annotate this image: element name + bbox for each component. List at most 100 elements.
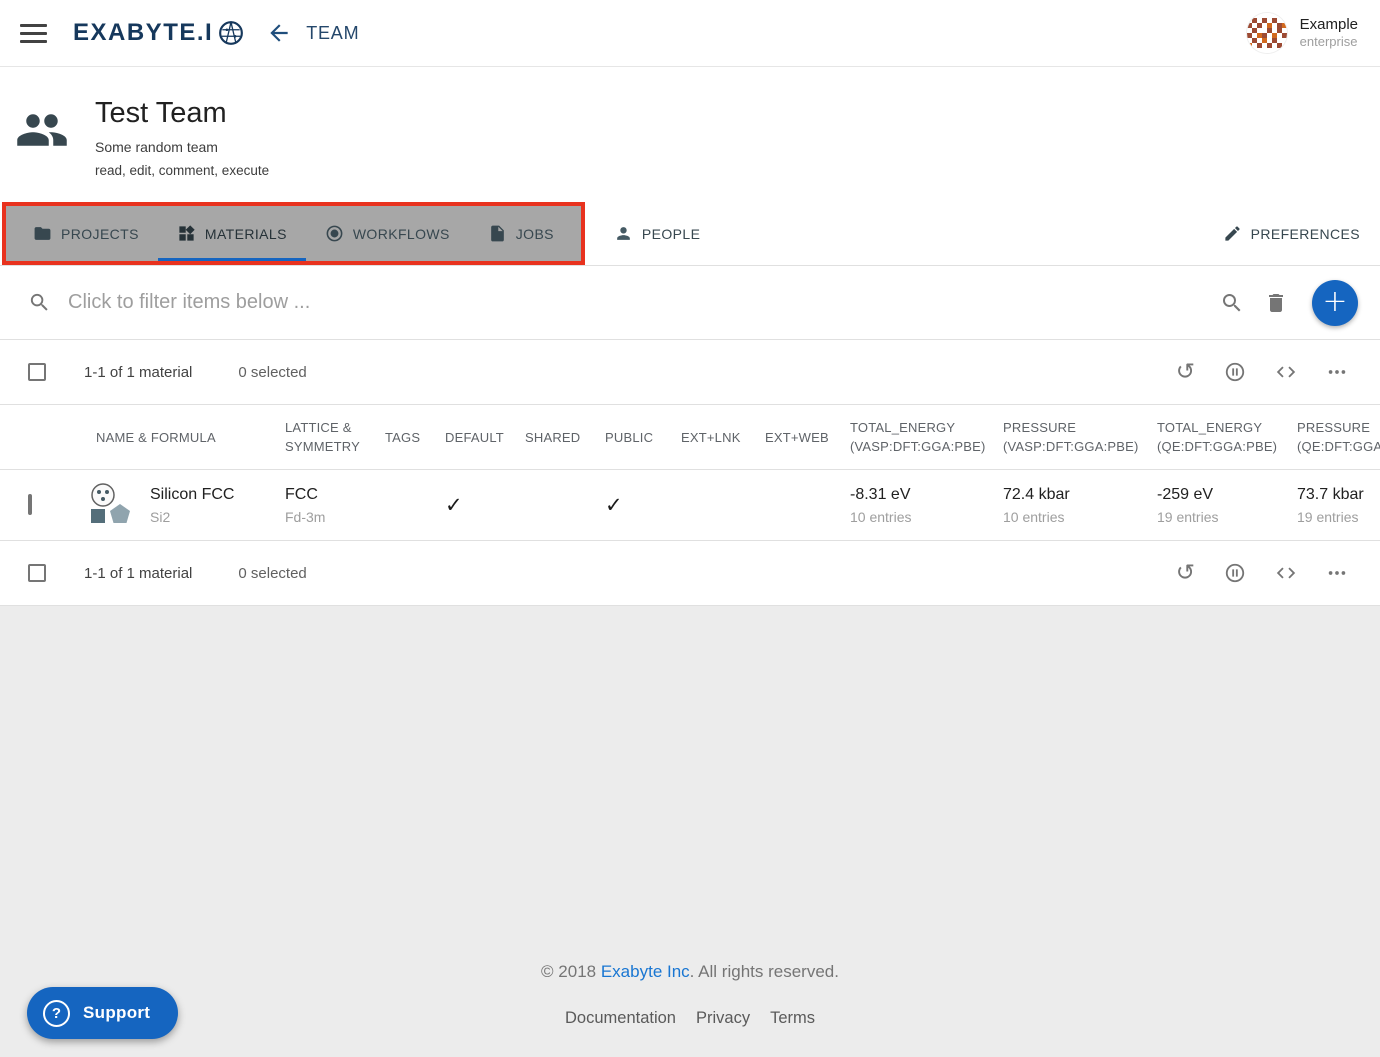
team-title: Test Team <box>95 97 269 130</box>
more-icon <box>1326 562 1348 584</box>
document-icon <box>488 224 507 243</box>
code-icon <box>1275 562 1297 584</box>
table-header: NAME & FORMULA LATTICE &SYMMETRY TAGS DE… <box>0 405 1380 470</box>
add-button[interactable]: + <box>1312 280 1358 326</box>
more-button[interactable] <box>1324 359 1350 385</box>
pause-button[interactable] <box>1222 560 1248 586</box>
cell-total-energy-vasp: -8.31 eV 10 entries <box>850 486 1003 525</box>
metric-value: -8.31 eV <box>850 486 1003 504</box>
annotation-rectangle: PROJECTS MATERIALS WORKFLOWS JOBS <box>2 202 585 265</box>
row-checkbox[interactable] <box>28 494 32 515</box>
metric-value: -259 eV <box>1157 486 1297 504</box>
pencil-icon <box>1223 224 1242 243</box>
person-icon <box>614 224 633 243</box>
tab-jobs[interactable]: JOBS <box>469 206 573 261</box>
documentation-link[interactable]: Documentation <box>565 1009 676 1028</box>
more-button[interactable] <box>1324 560 1350 586</box>
tab-people-label: PEOPLE <box>642 226 700 242</box>
column-header-lattice-symmetry[interactable]: LATTICE &SYMMETRY <box>285 418 385 456</box>
selected-count: 0 selected <box>238 565 306 582</box>
materials-icon <box>177 224 196 243</box>
page-title: TEAM <box>306 23 359 44</box>
logo-text: EXABYTE.I <box>73 19 213 47</box>
tab-people[interactable]: PEOPLE <box>595 202 719 265</box>
terms-link[interactable]: Terms <box>770 1009 815 1028</box>
cell-name-formula: Silicon FCC Si2 <box>70 483 285 527</box>
select-all-checkbox[interactable] <box>28 564 46 582</box>
column-header-pressure-qe[interactable]: PRESSURE(QE:DFT:GGA:PBE) <box>1297 418 1380 456</box>
trash-icon <box>1264 291 1288 315</box>
column-header-name-formula[interactable]: NAME & FORMULA <box>70 428 285 447</box>
column-header-pressure-vasp[interactable]: PRESSURE(VASP:DFT:GGA:PBE) <box>1003 418 1157 456</box>
item-count: 1-1 of 1 material <box>84 565 192 582</box>
tabbar: PROJECTS MATERIALS WORKFLOWS JOBS PEOPLE… <box>0 202 1380 266</box>
privacy-link[interactable]: Privacy <box>696 1009 750 1028</box>
tab-materials-label: MATERIALS <box>205 226 287 242</box>
company-link[interactable]: Exabyte Inc <box>601 962 690 981</box>
cell-lattice-symmetry: FCC Fd-3m <box>285 486 385 525</box>
avatar <box>1247 13 1287 53</box>
tab-workflows-label: WORKFLOWS <box>353 226 450 242</box>
material-formula: Si2 <box>150 509 234 525</box>
check-icon: ✓ <box>605 493 623 517</box>
column-header-public[interactable]: PUBLIC <box>605 428 681 447</box>
tab-materials[interactable]: MATERIALS <box>158 206 306 261</box>
column-header-ext-lnk[interactable]: EXT+LNK <box>681 428 765 447</box>
toolbar-actions: ↺ <box>1174 359 1350 386</box>
column-header-default[interactable]: DEFAULT <box>445 428 525 447</box>
copyright: © 2018 Exabyte Inc. All rights reserved. <box>0 606 1380 982</box>
preferences-label: PREFERENCES <box>1251 226 1360 242</box>
column-header-total-energy-vasp[interactable]: TOTAL_ENERGY(VASP:DFT:GGA:PBE) <box>850 418 1003 456</box>
delete-button[interactable] <box>1262 289 1290 317</box>
tab-workflows[interactable]: WORKFLOWS <box>306 206 469 261</box>
pause-button[interactable] <box>1222 359 1248 385</box>
support-button[interactable]: ? Support <box>27 987 178 1039</box>
toolbar-actions: ↺ <box>1174 560 1350 587</box>
plus-icon: + <box>1322 287 1347 317</box>
refresh-button[interactable]: ↺ <box>1174 560 1197 587</box>
list-toolbar-bottom: 1-1 of 1 material 0 selected ↺ <box>0 541 1380 606</box>
search-icon <box>1220 291 1244 315</box>
preferences-button[interactable]: PREFERENCES <box>1204 202 1380 265</box>
logo-globe-icon <box>218 20 244 46</box>
back-arrow-icon[interactable] <box>266 20 292 46</box>
support-label: Support <box>83 1003 150 1023</box>
workflows-icon <box>325 224 344 243</box>
pause-circle-icon <box>1224 361 1246 383</box>
cell-public: ✓ <box>605 493 681 517</box>
metric-entries: 19 entries <box>1297 509 1380 525</box>
metric-entries: 10 entries <box>850 509 1003 525</box>
table-row[interactable]: Silicon FCC Si2 FCC Fd-3m ✓ ✓ -8.31 eV 1… <box>0 470 1380 541</box>
refresh-button[interactable]: ↺ <box>1174 359 1197 386</box>
column-header-tags[interactable]: TAGS <box>385 428 445 447</box>
account-menu[interactable]: Example enterprise <box>1247 13 1358 53</box>
metric-value: 73.7 kbar <box>1297 486 1380 504</box>
material-thumbnail-icon <box>87 483 135 527</box>
metric-entries: 19 entries <box>1157 509 1297 525</box>
page: EXABYTE.I TEAM <box>0 0 1380 1057</box>
search-button[interactable] <box>1218 289 1246 317</box>
copyright-suffix: . All rights reserved. <box>690 962 839 981</box>
menu-icon[interactable] <box>20 24 47 43</box>
item-count: 1-1 of 1 material <box>84 364 192 381</box>
column-header-ext-web[interactable]: EXT+WEB <box>765 428 850 447</box>
code-button[interactable] <box>1273 359 1299 385</box>
undo-icon: ↺ <box>1176 361 1195 384</box>
tab-projects-label: PROJECTS <box>61 226 139 242</box>
select-all-checkbox[interactable] <box>28 363 46 381</box>
filter-actions: + <box>1218 280 1358 326</box>
cell-default: ✓ <box>445 493 525 517</box>
question-icon: ? <box>43 1000 70 1027</box>
tab-projects[interactable]: PROJECTS <box>14 206 158 261</box>
column-header-total-energy-qe[interactable]: TOTAL_ENERGY(QE:DFT:GGA:PBE) <box>1157 418 1297 456</box>
selected-count: 0 selected <box>238 364 306 381</box>
team-permissions: read, edit, comment, execute <box>95 163 269 178</box>
column-header-shared[interactable]: SHARED <box>525 428 605 447</box>
filter-input[interactable] <box>68 291 1218 314</box>
copyright-prefix: © 2018 <box>541 962 601 981</box>
code-button[interactable] <box>1273 560 1299 586</box>
exabyte-logo[interactable]: EXABYTE.I <box>73 19 244 47</box>
material-name: Silicon FCC <box>150 486 234 504</box>
tab-jobs-label: JOBS <box>516 226 554 242</box>
search-icon <box>28 291 51 314</box>
